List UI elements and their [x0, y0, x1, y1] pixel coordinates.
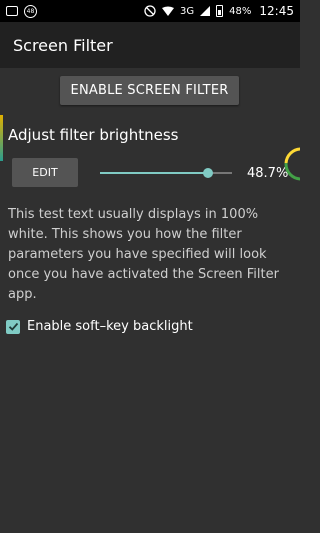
status-bar: 48 3G 48% 12:45 — [0, 0, 300, 22]
edit-button[interactable]: EDIT — [12, 158, 78, 187]
status-left: 48 — [6, 4, 37, 18]
status-right: 3G 48% 12:45 — [144, 4, 294, 18]
message-icon — [6, 6, 18, 16]
soft-key-backlight-option[interactable]: Enable soft–key backlight — [6, 319, 193, 334]
section-title: Adjust filter brightness — [8, 126, 179, 144]
checkbox-label: Enable soft–key backlight — [27, 319, 193, 334]
signal-icon — [200, 6, 211, 16]
clock: 12:45 — [259, 4, 294, 18]
do-not-disturb-icon — [144, 5, 156, 17]
network-type: 3G — [180, 5, 195, 17]
left-edge-accent — [0, 115, 3, 161]
wifi-icon — [162, 6, 175, 16]
color-ring-icon — [281, 144, 300, 184]
app-bar: Screen Filter — [0, 22, 300, 68]
checkbox[interactable] — [6, 319, 20, 334]
battery-percent: 48% — [229, 5, 252, 17]
slider-track-fill — [100, 172, 209, 174]
battery-icon — [216, 5, 224, 17]
check-icon — [8, 322, 18, 331]
slider-thumb[interactable] — [203, 168, 214, 178]
app-title: Screen Filter — [13, 35, 113, 55]
brightness-slider[interactable] — [100, 165, 232, 181]
badge-icon: 48 — [24, 4, 37, 18]
test-description: This test text usually displays in 100% … — [8, 207, 279, 302]
enable-screen-filter-button[interactable]: ENABLE SCREEN FILTER — [60, 76, 239, 105]
